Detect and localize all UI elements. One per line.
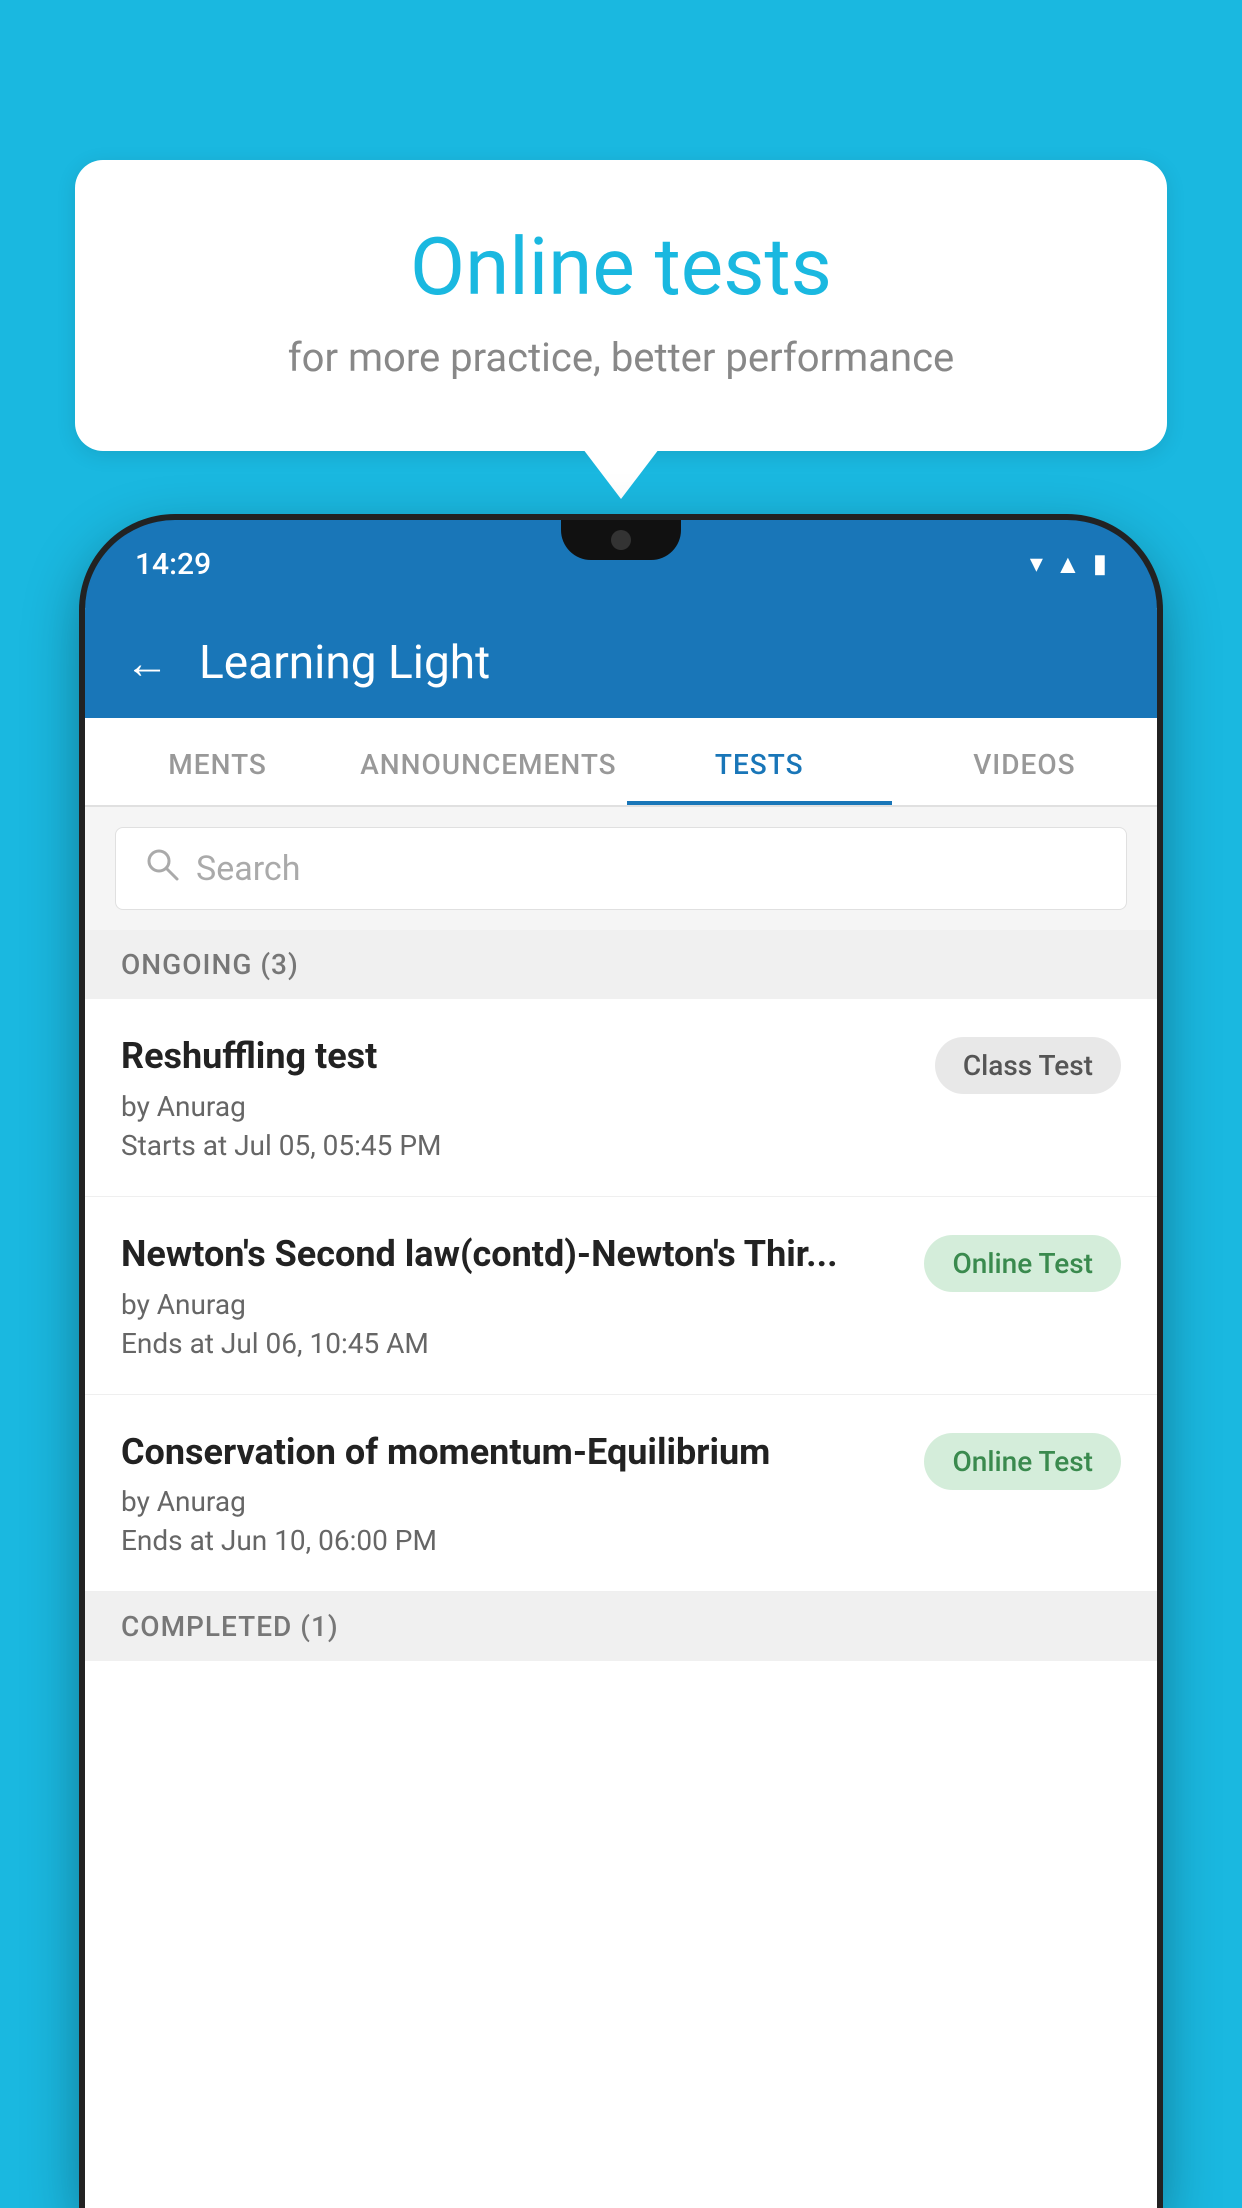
test-name: Newton's Second law(contd)-Newton's Thir… xyxy=(121,1231,904,1278)
test-list: Reshuffling test by Anurag Starts at Jul… xyxy=(85,999,1157,1592)
test-name: Conservation of momentum-Equilibrium xyxy=(121,1429,904,1476)
status-time: 14:29 xyxy=(135,547,211,582)
test-date: Ends at Jun 10, 06:00 PM xyxy=(121,1524,904,1557)
search-icon xyxy=(144,846,180,891)
completed-section-header: COMPLETED (1) xyxy=(85,1592,1157,1661)
test-author: by Anurag xyxy=(121,1288,904,1321)
test-badge-online: Online Test xyxy=(924,1235,1121,1292)
tab-ments[interactable]: MENTS xyxy=(85,718,350,805)
wifi-icon: ▾ xyxy=(1030,549,1043,579)
app-title: Learning Light xyxy=(199,636,490,690)
test-name: Reshuffling test xyxy=(121,1033,915,1080)
phone-frame: 14:29 ▾ ▲ ▮ ← Learning Light MENTS ANNOU… xyxy=(85,520,1157,2208)
test-author: by Anurag xyxy=(121,1485,904,1518)
app-header: ← Learning Light xyxy=(85,608,1157,718)
tabs-bar: MENTS ANNOUNCEMENTS TESTS VIDEOS xyxy=(85,718,1157,807)
test-item[interactable]: Conservation of momentum-Equilibrium by … xyxy=(85,1395,1157,1593)
search-container: Search xyxy=(85,807,1157,930)
tab-tests[interactable]: TESTS xyxy=(627,718,892,805)
test-info: Reshuffling test by Anurag Starts at Jul… xyxy=(121,1033,915,1162)
test-date: Ends at Jul 06, 10:45 AM xyxy=(121,1327,904,1360)
back-button[interactable]: ← xyxy=(125,637,169,689)
tab-announcements[interactable]: ANNOUNCEMENTS xyxy=(350,718,626,805)
test-author: by Anurag xyxy=(121,1090,915,1123)
bubble-title: Online tests xyxy=(155,220,1087,314)
ongoing-section-header: ONGOING (3) xyxy=(85,930,1157,999)
test-item[interactable]: Reshuffling test by Anurag Starts at Jul… xyxy=(85,999,1157,1197)
test-info: Conservation of momentum-Equilibrium by … xyxy=(121,1429,904,1558)
phone-screen: ← Learning Light MENTS ANNOUNCEMENTS TES… xyxy=(85,608,1157,2208)
speech-bubble: Online tests for more practice, better p… xyxy=(75,160,1167,451)
status-icons: ▾ ▲ ▮ xyxy=(1030,549,1107,580)
bubble-subtitle: for more practice, better performance xyxy=(155,334,1087,381)
test-badge-online-2: Online Test xyxy=(924,1433,1121,1490)
phone-notch xyxy=(561,520,681,560)
search-placeholder: Search xyxy=(196,849,300,889)
signal-icon: ▲ xyxy=(1055,549,1081,580)
battery-icon: ▮ xyxy=(1093,549,1107,579)
search-bar[interactable]: Search xyxy=(115,827,1127,910)
camera-lens xyxy=(611,530,631,550)
test-info: Newton's Second law(contd)-Newton's Thir… xyxy=(121,1231,904,1360)
status-bar: 14:29 ▾ ▲ ▮ xyxy=(85,520,1157,608)
test-badge-class: Class Test xyxy=(935,1037,1121,1094)
test-date: Starts at Jul 05, 05:45 PM xyxy=(121,1129,915,1162)
test-item[interactable]: Newton's Second law(contd)-Newton's Thir… xyxy=(85,1197,1157,1395)
tab-videos[interactable]: VIDEOS xyxy=(892,718,1157,805)
